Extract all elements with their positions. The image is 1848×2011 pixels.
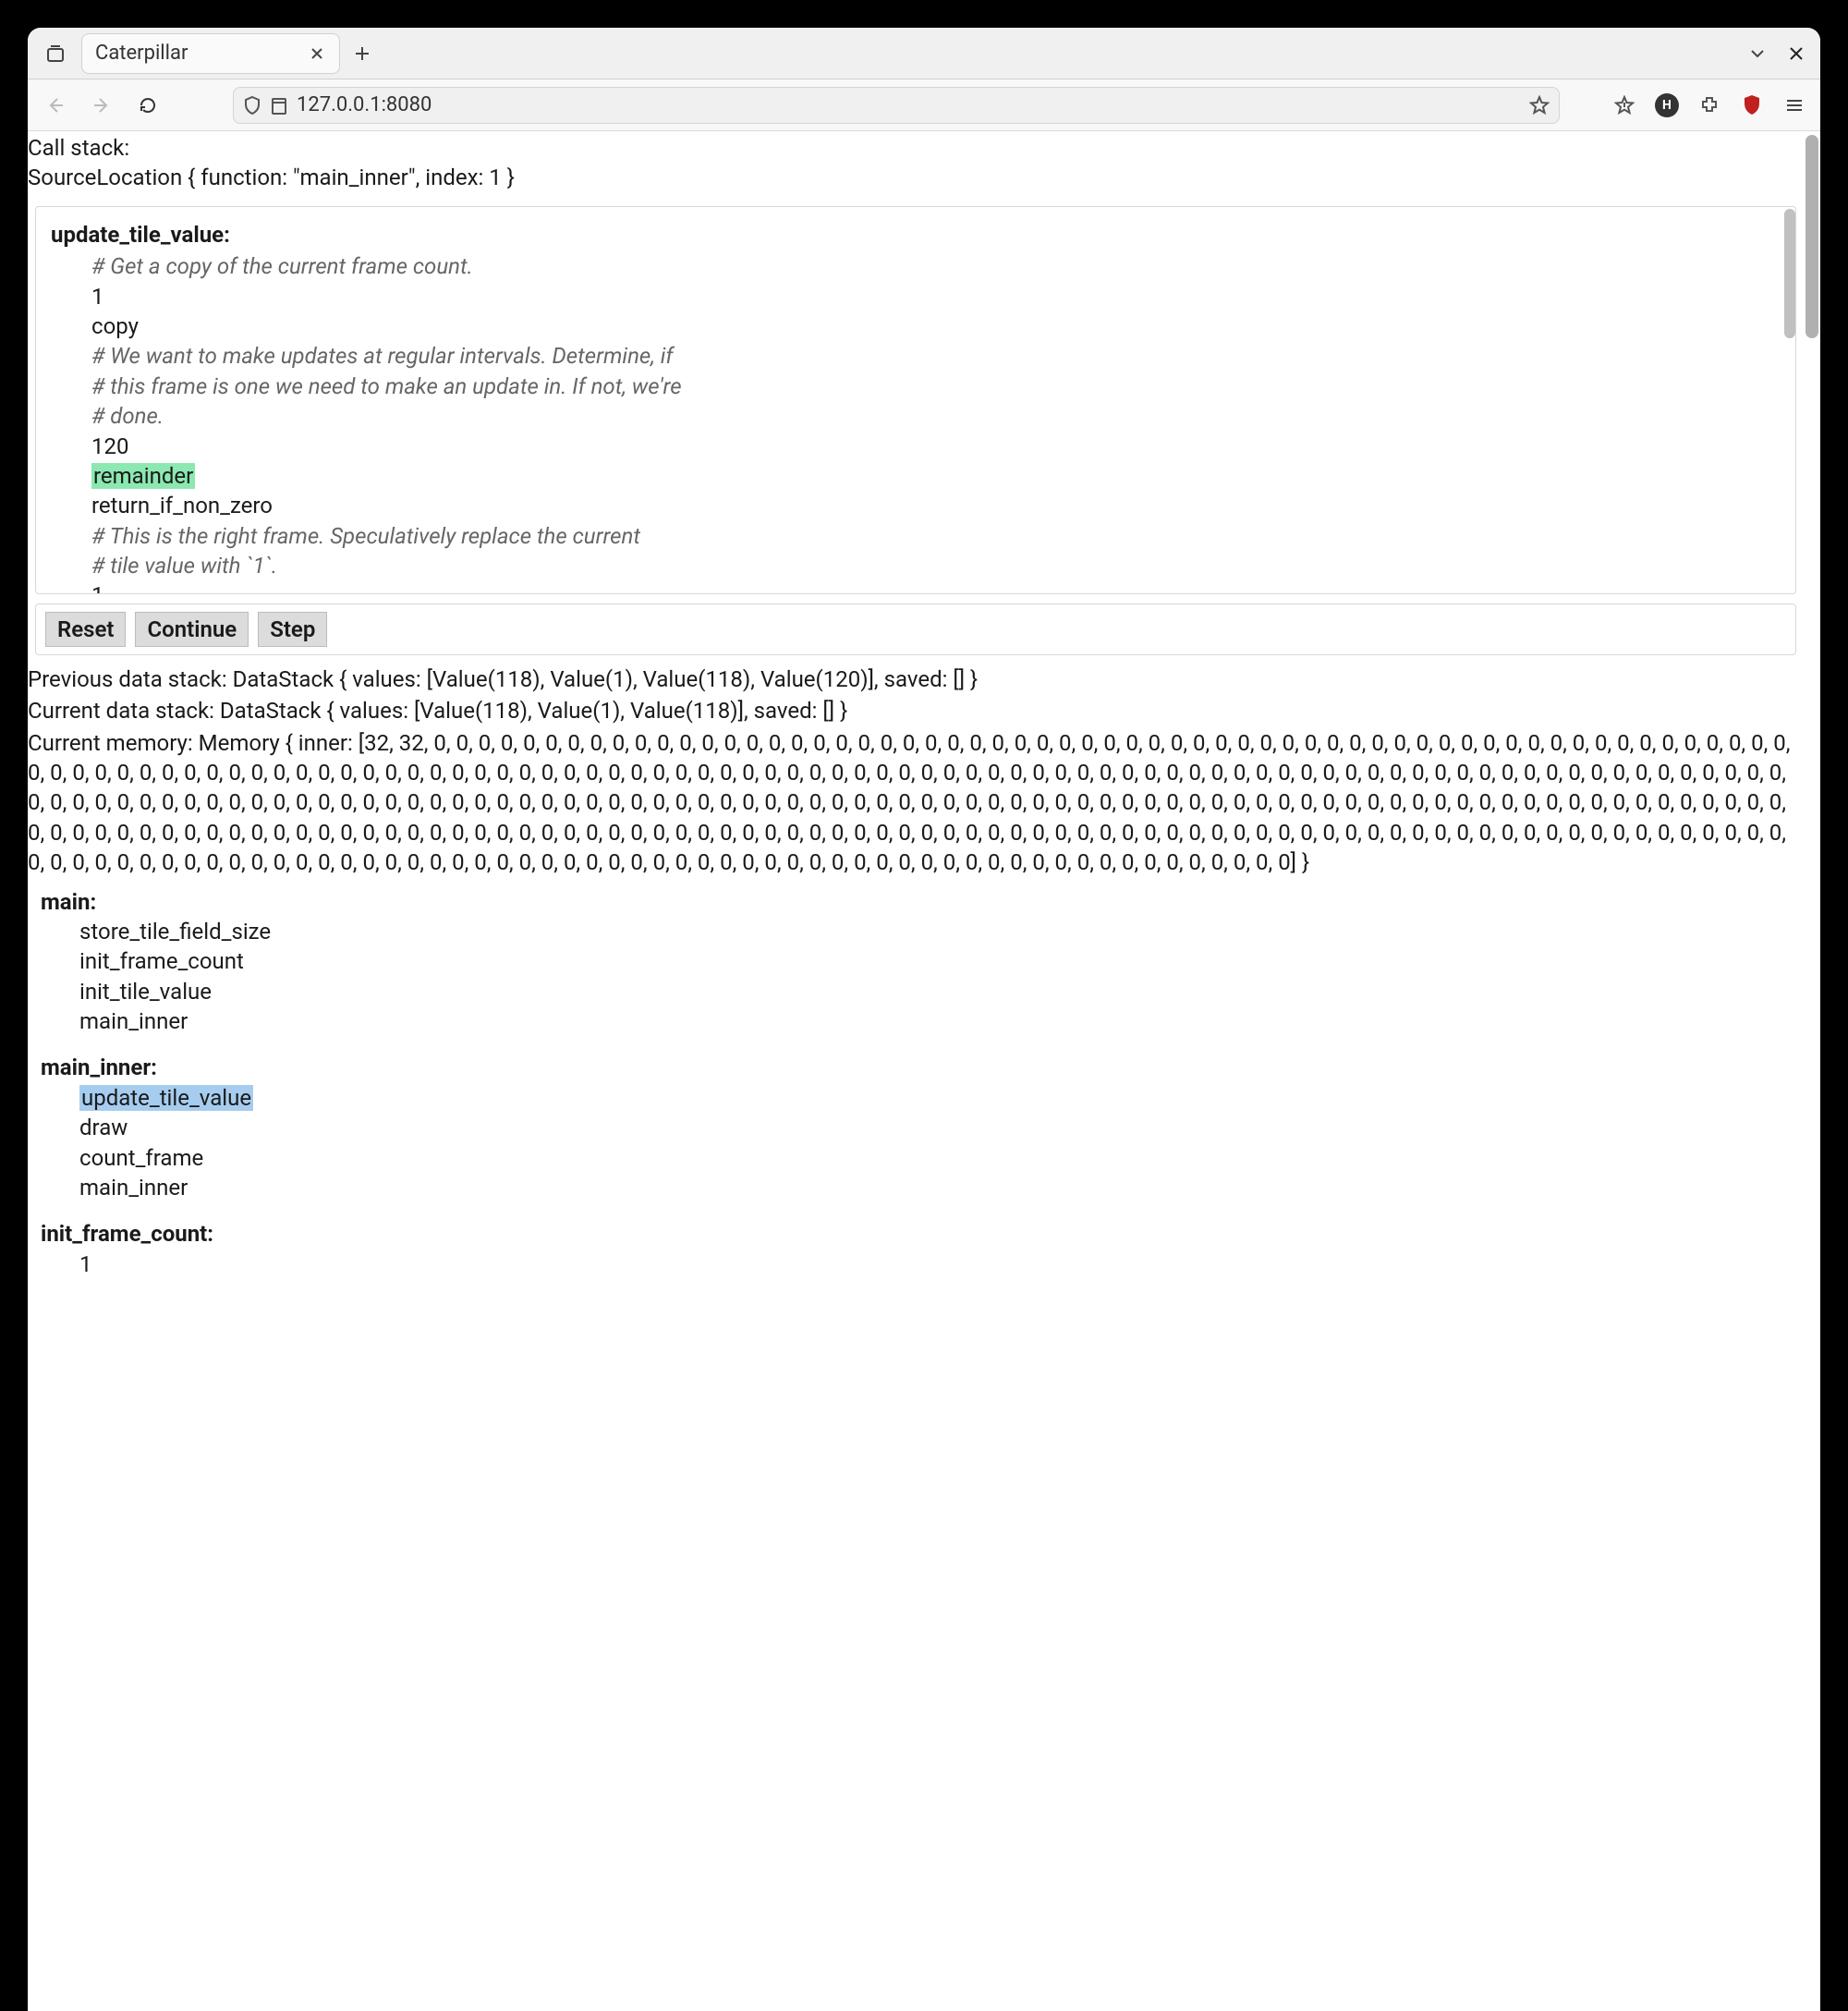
function-label: main_inner: bbox=[41, 1053, 1791, 1082]
function-call: main_inner bbox=[41, 1006, 1791, 1036]
toolbar: 127.0.0.1:8080 H bbox=[28, 79, 1820, 131]
hn-badge-icon[interactable]: H bbox=[1652, 91, 1682, 120]
function-call: update_tile_value bbox=[41, 1083, 1791, 1113]
function-call: count_frame bbox=[41, 1143, 1791, 1173]
page-content: Call stack: SourceLocation { function: "… bbox=[28, 131, 1804, 2011]
continue-button[interactable]: Continue bbox=[135, 612, 249, 647]
code-line: # done. bbox=[51, 401, 1781, 431]
code-line: # We want to make updates at regular int… bbox=[51, 341, 1781, 371]
forward-button[interactable] bbox=[85, 89, 118, 122]
function-call: draw bbox=[41, 1113, 1791, 1142]
call-stack-label: Call stack: bbox=[28, 131, 1804, 163]
code-function-label: update_tile_value: bbox=[51, 220, 1781, 251]
code-line: remainder bbox=[51, 461, 1781, 491]
function-call: init_frame_count bbox=[41, 946, 1791, 976]
reload-button[interactable] bbox=[131, 89, 164, 122]
page-scrollbar[interactable] bbox=[1805, 135, 1818, 338]
extensions-icon[interactable] bbox=[1695, 91, 1724, 120]
function-call: store_tile_field_size bbox=[41, 917, 1791, 946]
tab-active[interactable]: Caterpillar bbox=[81, 33, 340, 74]
tab-title: Caterpillar bbox=[95, 42, 295, 65]
recent-tabs-icon[interactable] bbox=[35, 33, 76, 74]
hamburger-menu-icon[interactable] bbox=[1780, 91, 1809, 120]
window-close-icon[interactable] bbox=[1780, 37, 1813, 70]
close-tab-icon[interactable] bbox=[304, 41, 330, 67]
tracking-protection-icon[interactable] bbox=[243, 95, 261, 116]
code-line: return_if_non_zero bbox=[51, 491, 1781, 520]
site-info-icon[interactable] bbox=[271, 96, 287, 115]
function-listing: main:store_tile_field_sizeinit_frame_cou… bbox=[28, 878, 1804, 1280]
tab-strip: Caterpillar bbox=[28, 28, 1820, 79]
url-text: 127.0.0.1:8080 bbox=[297, 93, 1520, 116]
ublock-icon[interactable] bbox=[1737, 91, 1767, 120]
reset-button[interactable]: Reset bbox=[45, 612, 126, 647]
browser-window: Caterpillar bbox=[28, 28, 1820, 2011]
url-bar[interactable]: 127.0.0.1:8080 bbox=[233, 87, 1560, 124]
function-label: init_frame_count: bbox=[41, 1219, 1791, 1249]
current-stack: Current data stack: DataStack { values: … bbox=[28, 694, 1804, 725]
back-button[interactable] bbox=[39, 89, 72, 122]
pocket-icon[interactable] bbox=[1610, 91, 1639, 120]
code-line: # This is the right frame. Speculatively… bbox=[51, 521, 1781, 551]
previous-stack: Previous data stack: DataStack { values:… bbox=[28, 663, 1804, 694]
tabs-dropdown-icon[interactable] bbox=[1741, 37, 1774, 70]
active-call-highlight: update_tile_value bbox=[79, 1085, 253, 1111]
code-panel-scrollbar[interactable] bbox=[1784, 209, 1795, 338]
step-button[interactable]: Step bbox=[258, 612, 327, 647]
code-line: 1 bbox=[51, 580, 1781, 593]
function-label: main: bbox=[41, 887, 1791, 917]
code-line: 120 bbox=[51, 432, 1781, 461]
code-line: copy bbox=[51, 311, 1781, 341]
call-stack-entry: SourceLocation { function: "main_inner",… bbox=[28, 163, 1804, 192]
debug-button-row: Reset Continue Step bbox=[35, 603, 1796, 655]
function-call: init_tile_value bbox=[41, 977, 1791, 1006]
code-line: # this frame is one we need to make an u… bbox=[51, 372, 1781, 401]
new-tab-button[interactable] bbox=[346, 37, 379, 70]
code-line: 1 bbox=[51, 282, 1781, 311]
code-panel: update_tile_value: # Get a copy of the c… bbox=[35, 206, 1796, 594]
viewport: Call stack: SourceLocation { function: "… bbox=[28, 131, 1820, 2011]
code-line: # Get a copy of the current frame count. bbox=[51, 251, 1781, 281]
current-memory: Current memory: Memory { inner: [32, 32,… bbox=[28, 726, 1804, 878]
function-call: main_inner bbox=[41, 1173, 1791, 1202]
bookmark-icon[interactable] bbox=[1529, 95, 1550, 116]
function-call: 1 bbox=[41, 1249, 1791, 1279]
current-instruction-highlight: remainder bbox=[91, 463, 195, 489]
code-line: # tile value with `1`. bbox=[51, 551, 1781, 580]
